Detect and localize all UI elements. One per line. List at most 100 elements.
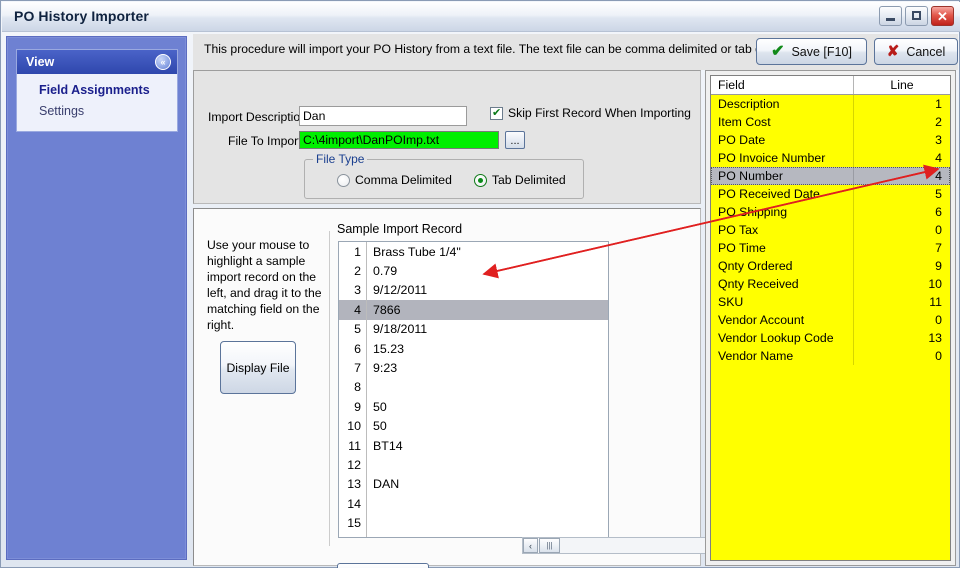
grid-row[interactable]: Item Cost 2: [711, 113, 950, 131]
cancel-button[interactable]: ✘ Cancel: [874, 38, 958, 65]
title-bar: PO History Importer ✕: [2, 2, 960, 32]
import-form-panel: Import Description: File To Import: ... …: [193, 70, 701, 204]
grid-cell-field: PO Date: [718, 133, 766, 147]
check-icon: ✔: [771, 42, 785, 60]
sample-record-row[interactable]: 15: [339, 513, 608, 533]
grid-cell-line: 0: [935, 313, 942, 327]
sidebar-header[interactable]: View «: [17, 50, 177, 74]
help-text: Use your mouse to highlight a sample imp…: [207, 238, 322, 332]
horizontal-scroll-thumb[interactable]: |||: [539, 538, 560, 553]
window-body: View « Field Assignments Settings This p…: [2, 32, 960, 568]
window-title: PO History Importer: [14, 8, 149, 24]
grid-header-row: Field Line: [711, 76, 950, 95]
sample-record-separator: [366, 513, 367, 533]
sample-record-line-number: 6: [354, 341, 361, 356]
sample-record-line-number: 7: [354, 361, 361, 376]
grid-row[interactable]: Vendor Lookup Code 13: [711, 329, 950, 347]
grid-cell-line: 3: [935, 133, 942, 147]
grid-row[interactable]: SKU 11: [711, 293, 950, 311]
sample-record-value: 7866: [373, 302, 401, 317]
sample-record-line-number: 10: [347, 419, 361, 434]
grid-row[interactable]: PO Invoice Number 4: [711, 149, 950, 167]
sample-record-separator: [366, 494, 367, 514]
grid-cell-line: 0: [935, 349, 942, 363]
radio-tab-delimited-label: Tab Delimited: [491, 173, 566, 187]
grid-cell-line: 4: [935, 169, 942, 183]
minimize-button[interactable]: [879, 6, 902, 26]
grid-cell-line: 11: [929, 295, 942, 309]
radio-tab-delimited[interactable]: Tab Delimited: [473, 173, 566, 187]
grid-row[interactable]: PO Tax 0: [711, 221, 950, 239]
grid-row[interactable]: PO Received Date 5: [711, 185, 950, 203]
sample-record-row[interactable]: 13 DAN: [339, 474, 608, 495]
sample-record-value: 9:23: [373, 361, 398, 376]
grid-row[interactable]: Qnty Ordered 9: [711, 257, 950, 275]
grid-cell-line: 2: [935, 115, 942, 129]
browse-button[interactable]: ...: [505, 131, 525, 149]
grid-row[interactable]: PO Time 7: [711, 239, 950, 257]
grid-cell-field: Item Cost: [718, 115, 771, 129]
sample-record-value: DAN: [373, 477, 400, 492]
chevron-up-icon[interactable]: «: [155, 54, 171, 70]
close-button[interactable]: ✕: [931, 6, 954, 26]
sample-record-value: 50: [373, 399, 387, 414]
sample-record-value: 15.23: [373, 341, 405, 356]
grid-cell-field: Qnty Ordered: [718, 259, 793, 273]
sample-record-row[interactable]: 1 Brass Tube 1/4": [339, 242, 608, 262]
grid-cell-line: 13: [928, 331, 942, 345]
sample-record-row[interactable]: 14: [339, 494, 608, 514]
sample-record-listbox[interactable]: 1 Brass Tube 1/4" 2 0.79 3 9/12/2011 4 7866 5 9/1…: [338, 241, 609, 538]
sample-record-row[interactable]: 12: [339, 455, 608, 475]
sample-record-value: 9/18/2011: [373, 322, 428, 337]
sample-record-line-number: 15: [347, 516, 361, 531]
sample-record-row[interactable]: 10 50: [339, 416, 608, 436]
sample-record-row[interactable]: 8: [339, 377, 608, 398]
grid-cell-line: 10: [928, 277, 942, 291]
file-type-legend: File Type: [313, 152, 368, 166]
sample-record-row[interactable]: 11 BT14: [339, 435, 608, 456]
sidebar-item-settings[interactable]: Settings: [17, 101, 177, 122]
checkbox-checked-icon: [490, 106, 503, 120]
sample-record-row[interactable]: 4 7866: [339, 300, 608, 320]
grid-row[interactable]: Vendor Account 0: [711, 311, 950, 329]
radio-comma-delimited[interactable]: Comma Delimited: [337, 173, 452, 187]
file-to-import-input[interactable]: [299, 131, 499, 149]
sample-record-line-number: 14: [347, 496, 361, 511]
maximize-icon: [912, 11, 921, 20]
grid-cell-line: 0: [935, 223, 942, 237]
skip-first-record-checkbox[interactable]: Skip First Record When Importing: [490, 106, 691, 120]
sample-record-row[interactable]: 6 15.23: [339, 338, 608, 359]
x-icon: ✘: [886, 43, 900, 60]
sample-record-row[interactable]: 9 50: [339, 397, 608, 417]
grid-row[interactable]: Qnty Received 10: [711, 275, 950, 293]
radio-off-icon: [337, 173, 350, 187]
next-record-button[interactable]: Next Record: [337, 563, 429, 568]
sidebar-header-label: View: [26, 55, 55, 69]
header-strip: This procedure will import your PO Histo…: [193, 34, 958, 70]
sample-record-row[interactable]: 2 0.79: [339, 261, 608, 281]
sidebar-item-field-assignments[interactable]: Field Assignments: [17, 80, 177, 101]
grid-row[interactable]: PO Number 4: [711, 167, 950, 185]
window-frame: PO History Importer ✕ View « Field Assig…: [0, 0, 960, 568]
grid-cell-field: PO Number: [718, 169, 783, 183]
import-description-input[interactable]: [299, 106, 467, 126]
field-assignments-grid[interactable]: Field Line Description 1 Item Cost 2 PO Date…: [710, 75, 951, 561]
app-root: PO History Importer ✕ View « Field Assig…: [0, 0, 960, 568]
grid-cell-field: Vendor Lookup Code: [718, 331, 834, 345]
sample-record-row[interactable]: 7 9:23: [339, 358, 608, 378]
instruction-text: This procedure will import your PO Histo…: [204, 42, 808, 56]
maximize-button[interactable]: [905, 6, 928, 26]
save-button[interactable]: ✔ Save [F10]: [756, 38, 867, 65]
display-file-button[interactable]: Display File: [220, 341, 296, 394]
sample-record-row[interactable]: 5 9/18/2011: [339, 319, 608, 339]
sample-record-row[interactable]: 3 9/12/2011: [339, 280, 608, 301]
sample-record-line-number: 4: [354, 302, 361, 317]
scroll-left-button[interactable]: ‹: [523, 538, 538, 553]
grid-row[interactable]: PO Date 3: [711, 131, 950, 149]
minimize-icon: [886, 18, 895, 21]
grid-row[interactable]: Vendor Name 0: [711, 347, 950, 365]
grid-cell-field: PO Received Date: [718, 187, 820, 201]
grid-row[interactable]: Description 1: [711, 95, 950, 113]
grid-row[interactable]: PO Shipping 6: [711, 203, 950, 221]
grid-cell-field: PO Invoice Number: [718, 151, 826, 165]
